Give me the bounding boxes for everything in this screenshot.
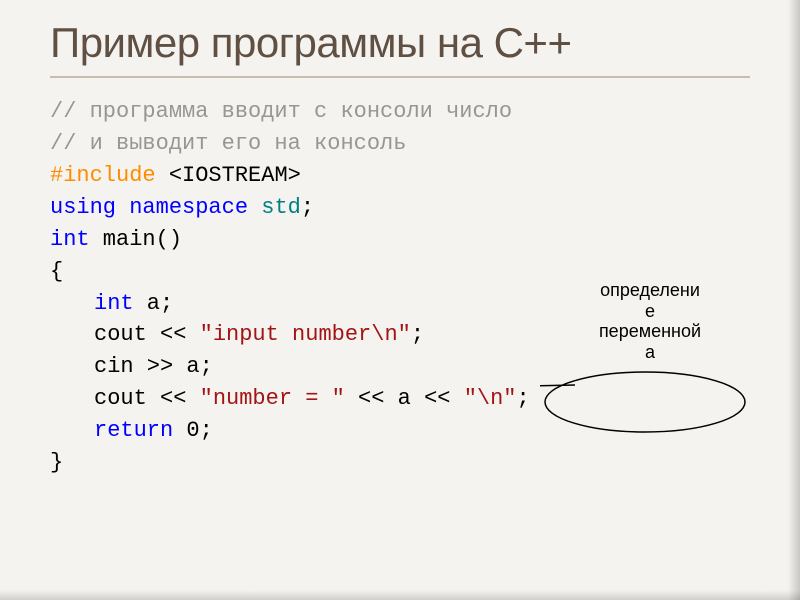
code-line-main: int main(): [50, 224, 750, 256]
cin-line: cin >> a;: [94, 354, 213, 379]
include-header: <IOSTREAM>: [156, 163, 301, 188]
callout-line1: определени: [600, 280, 700, 300]
string-literal: "input number\n": [200, 322, 411, 347]
decl-rest: a;: [134, 291, 174, 316]
int-keyword: int: [94, 291, 134, 316]
include-keyword: #include: [50, 163, 156, 188]
namespace-keyword: namespace: [116, 195, 261, 220]
semicolon: ;: [301, 195, 314, 220]
code-line-include: #include <IOSTREAM>: [50, 160, 750, 192]
code-line-using: using namespace std;: [50, 192, 750, 224]
cout-mid: << a <<: [345, 386, 464, 411]
brace-open: {: [50, 259, 63, 284]
main-identifier: main(): [90, 227, 182, 252]
slide-title: Пример программы на С++: [50, 20, 750, 78]
brace-close: }: [50, 450, 63, 475]
int-keyword: int: [50, 227, 90, 252]
code-line-comment1: // программа вводит с консоли число: [50, 96, 750, 128]
cout-operator: cout <<: [94, 322, 200, 347]
cout-operator: cout <<: [94, 386, 200, 411]
string-literal: "\n": [464, 386, 517, 411]
code-line-brace-close: }: [50, 447, 750, 479]
std-identifier: std: [261, 195, 301, 220]
comment-text: // программа вводит с консоли число: [50, 99, 512, 124]
callout-ellipse-icon: [540, 367, 750, 437]
comment-text: // и выводит его на консоль: [50, 131, 406, 156]
semicolon: ;: [517, 386, 530, 411]
shadow-edge-right: [788, 0, 800, 600]
callout-line3: переменной: [599, 321, 701, 341]
return-rest: 0;: [173, 418, 213, 443]
callout-annotation: определени е переменной а: [540, 280, 760, 442]
string-literal: "number = ": [200, 386, 345, 411]
using-keyword: using: [50, 195, 116, 220]
semicolon: ;: [411, 322, 424, 347]
callout-text: определени е переменной а: [540, 280, 760, 363]
shadow-edge-bottom: [0, 590, 800, 600]
code-line-comment2: // и выводит его на консоль: [50, 128, 750, 160]
slide-container: Пример программы на С++ // программа вво…: [0, 0, 800, 600]
callout-line4: а: [645, 342, 655, 362]
return-keyword: return: [94, 418, 173, 443]
callout-line2: е: [645, 301, 655, 321]
